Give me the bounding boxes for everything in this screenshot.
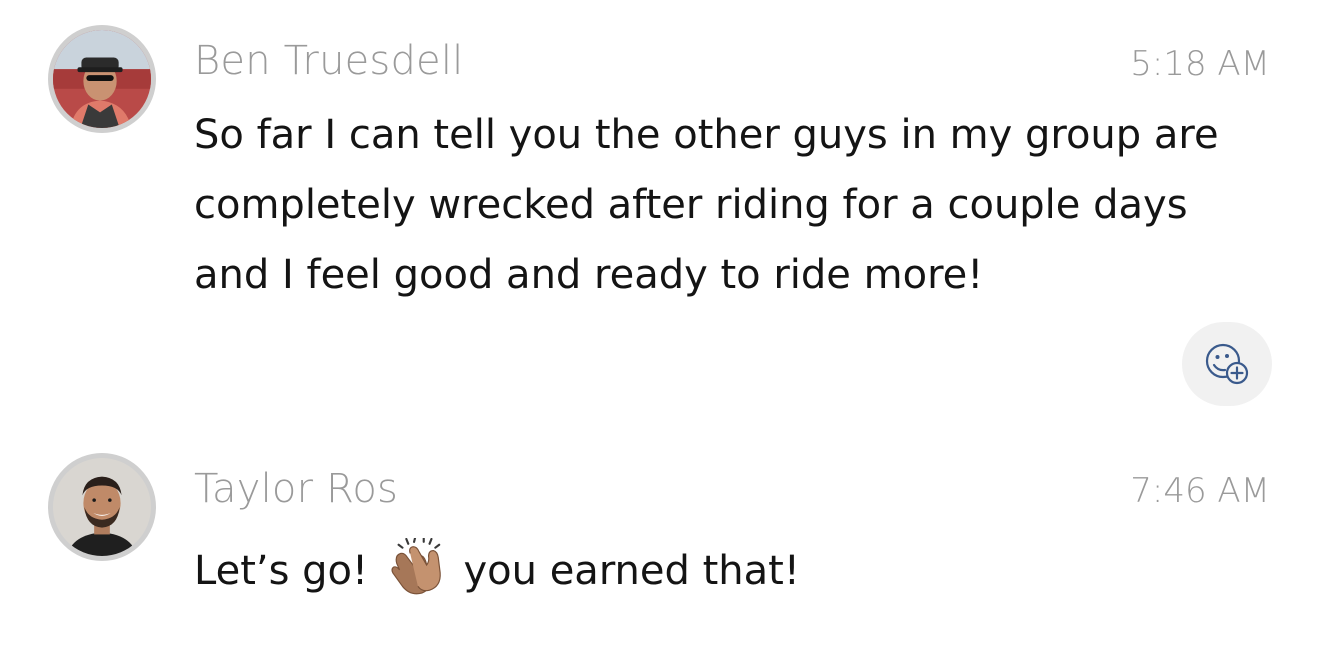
add-reaction-button[interactable] <box>1182 322 1272 406</box>
add-reaction-icon <box>1205 343 1249 385</box>
author-name: Taylor Ros <box>194 466 399 512</box>
avatar[interactable] <box>48 25 156 133</box>
clapping-hands-icon <box>387 536 445 596</box>
avatar-photo <box>53 458 151 556</box>
message-text: Let’s go! you earned that! <box>194 536 1274 606</box>
avatar[interactable] <box>48 453 156 561</box>
timestamp: 7:46 AM <box>1130 471 1270 511</box>
message-text-start: Let’s go! <box>194 548 381 594</box>
message-text: So far I can tell you the other guys in … <box>194 112 1219 298</box>
chat-message: Taylor Ros 7:46 AM Let’s go! you earned … <box>0 430 1320 655</box>
message-text-end: you earned that! <box>450 548 800 594</box>
timestamp: 5:18 AM <box>1130 44 1270 84</box>
avatar-photo <box>53 30 151 128</box>
chat-message: Ben Truesdell 5:18 AM So far I can tell … <box>0 0 1320 420</box>
author-name: Ben Truesdell <box>194 38 464 84</box>
